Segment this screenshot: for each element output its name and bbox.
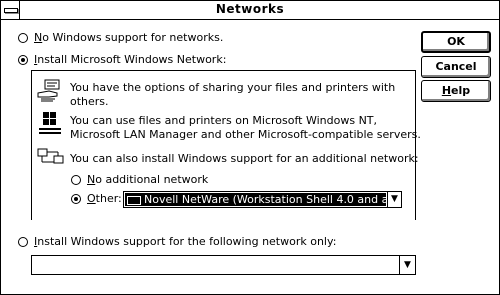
usage-description: You can use files and printers on Micros…: [70, 114, 421, 141]
other-network-selected-value: Novell NetWare (Workstation Shell 4.0 an…: [125, 193, 386, 206]
other-network-radio[interactable]: [71, 194, 81, 204]
networks-dialog: Networks No Windows support for networks…: [0, 0, 500, 295]
hand-share-icon: [37, 79, 60, 102]
install-ms-network-radio[interactable]: [18, 55, 28, 65]
additional-network-description: You can also install Windows support for…: [70, 152, 419, 165]
title-bar: Networks: [1, 1, 499, 20]
only-network-combobox[interactable]: ▼: [31, 255, 416, 275]
sharing-description: You have the options of sharing your fil…: [70, 81, 396, 108]
other-network-dropdown-button[interactable]: ▼: [387, 192, 401, 207]
ok-button[interactable]: OK: [421, 31, 491, 53]
install-only-network-radio[interactable]: [18, 237, 28, 247]
cancel-button[interactable]: Cancel: [421, 56, 491, 78]
no-additional-network-label[interactable]: No additional network: [87, 173, 208, 186]
no-additional-network-radio[interactable]: [71, 175, 81, 185]
microsoft-windows-logo-icon: [39, 112, 61, 134]
install-only-network-label[interactable]: Install Windows support for the followin…: [34, 235, 336, 248]
down-arrow-icon: ▼: [391, 194, 398, 204]
no-network-support-radio[interactable]: [18, 33, 28, 43]
help-button[interactable]: Help: [421, 80, 491, 102]
window-title: Networks: [215, 2, 285, 16]
only-network-dropdown-button[interactable]: ▼: [399, 256, 415, 274]
network-adapter-icon: [127, 195, 141, 205]
no-network-support-label[interactable]: No Windows support for networks.: [34, 31, 223, 44]
network-computers-icon: [37, 148, 64, 164]
install-ms-network-label[interactable]: Install Microsoft Windows Network:: [34, 53, 226, 66]
other-network-label[interactable]: Other:: [87, 192, 122, 205]
other-network-combobox[interactable]: Novell NetWare (Workstation Shell 4.0 an…: [123, 191, 402, 208]
down-arrow-icon: ▼: [404, 260, 411, 270]
